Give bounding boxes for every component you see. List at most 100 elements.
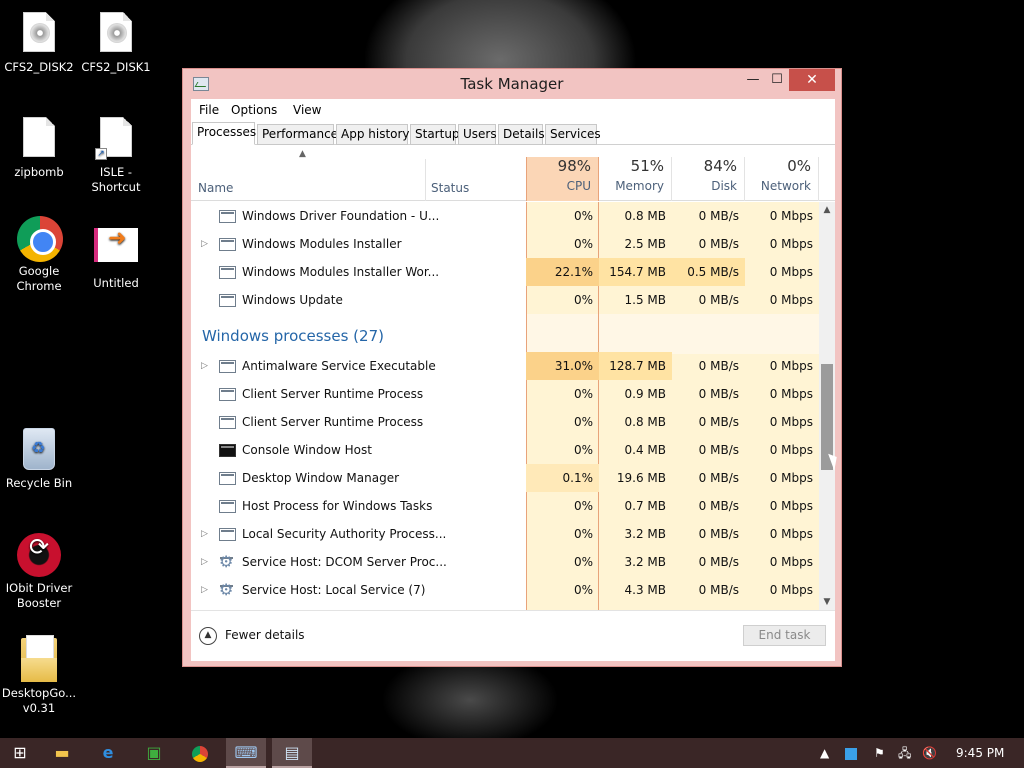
- process-memory: 0.4 MB: [624, 443, 666, 457]
- column-cpu[interactable]: 98% CPU: [526, 157, 599, 201]
- desktop-icon-untitled[interactable]: Untitled: [78, 222, 154, 291]
- expand-chevron-icon[interactable]: ▷: [201, 352, 208, 380]
- expand-chevron-icon[interactable]: ▷: [201, 230, 208, 258]
- process-disk: 0 MB/s: [698, 293, 739, 307]
- process-name: Service Host: Local Service (7): [242, 583, 426, 597]
- process-row[interactable]: ▷ Windows Modules Installer 0% 2.5 MB 0 …: [191, 230, 819, 258]
- process-row[interactable]: ▷ Service Host: DCOM Server Proc... 0% 3…: [191, 548, 819, 576]
- desktop-icon-iobit-driver-booster[interactable]: IObit Driver Booster: [1, 533, 77, 611]
- group-header-row[interactable]: Windows processes (27): [191, 314, 819, 354]
- group-memory-cell: [599, 314, 672, 354]
- process-name: Windows Modules Installer Wor...: [242, 265, 440, 279]
- desktop-icon-google-chrome[interactable]: Google Chrome: [1, 216, 77, 294]
- scroll-up-icon[interactable]: ▲: [819, 202, 835, 218]
- store-icon[interactable]: ▣: [134, 738, 174, 768]
- process-row[interactable]: 31.0% 128.7 MB 0 MB/s 0 Mbps ▷ Antimalwa…: [191, 352, 819, 380]
- group-disk-cell: [672, 314, 745, 354]
- on-screen-keyboard-icon[interactable]: ⌨: [226, 738, 266, 768]
- process-name: Local Security Authority Process...: [242, 527, 447, 541]
- process-memory: 128.7 MB: [599, 352, 672, 380]
- process-window-icon: [219, 500, 236, 513]
- process-cpu: 0%: [573, 443, 593, 457]
- process-row[interactable]: Host Process for Windows Tasks 0% 0.7 MB…: [191, 492, 819, 520]
- menu-file[interactable]: File: [193, 99, 225, 121]
- action-center-flag-icon[interactable]: ⚑: [874, 738, 885, 768]
- memory-total: 51%: [630, 157, 664, 175]
- tab-startup[interactable]: Startup: [410, 124, 460, 145]
- tray-app-icon[interactable]: [845, 738, 857, 768]
- disk-label: Disk: [711, 179, 737, 193]
- process-name: Client Server Runtime Process: [242, 387, 424, 401]
- tab-app-history[interactable]: App history: [336, 124, 410, 145]
- sort-up-icon: ▲: [299, 149, 306, 159]
- clock[interactable]: 9:45 PM: [956, 738, 1004, 768]
- process-memory: 3.2 MB: [624, 527, 666, 541]
- vertical-scrollbar[interactable]: ▲ ▼: [819, 202, 835, 610]
- presentation-icon: [94, 228, 138, 272]
- expand-chevron-icon[interactable]: ▷: [201, 576, 208, 604]
- tab-processes[interactable]: Processes: [192, 122, 256, 145]
- folder-icon: [17, 635, 61, 682]
- process-memory: 0.8 MB: [624, 415, 666, 429]
- chrome-taskbar-icon[interactable]: [180, 738, 220, 768]
- column-memory[interactable]: 51% Memory: [599, 157, 672, 201]
- process-cpu: 0%: [573, 527, 593, 541]
- desktop-icon-desktopgo[interactable]: DesktopGo... v0.31: [1, 635, 77, 716]
- menu-options[interactable]: Options: [225, 99, 283, 121]
- tab-performance[interactable]: Performance: [257, 124, 338, 145]
- cpu-label: CPU: [566, 179, 591, 193]
- expand-chevron-icon[interactable]: ▷: [201, 548, 208, 576]
- process-row[interactable]: ▷ Local Security Authority Process... 0%…: [191, 520, 819, 548]
- desktop-icon-recycle-bin[interactable]: Recycle Bin: [1, 428, 77, 491]
- menu-view[interactable]: View: [287, 99, 327, 121]
- process-cpu: 0%: [573, 499, 593, 513]
- end-task-button[interactable]: End task: [743, 625, 826, 646]
- fewer-details-link[interactable]: Fewer details: [225, 628, 305, 642]
- process-row[interactable]: ▷ Service Host: Local Service (7) 0% 4.3…: [191, 576, 819, 604]
- taskbar: ⊞ ▬ e ▣ ⌨ ▤ ▲ ⚑ 🖧 🔇 9:45 PM: [0, 738, 1024, 768]
- process-network: 0 Mbps: [769, 265, 813, 279]
- column-status[interactable]: Status: [431, 181, 469, 195]
- process-row[interactable]: Client Server Runtime Process 0% 0.8 MB …: [191, 408, 819, 436]
- desktop-icon-cfs2-disk2[interactable]: CFS2_DISK2: [1, 12, 77, 75]
- desktop-icon-zipbomb[interactable]: zipbomb: [1, 117, 77, 180]
- title-bar[interactable]: Task Manager — ☐ ✕: [183, 69, 841, 99]
- process-network: 0 Mbps: [769, 471, 813, 485]
- process-name: Desktop Window Manager: [242, 471, 400, 485]
- desktop-icon-isle-shortcut[interactable]: ↗ ISLE - Shortcut: [78, 117, 154, 195]
- process-cpu: 0%: [573, 415, 593, 429]
- tab-strip: Processes Performance App history Startu…: [191, 121, 835, 145]
- volume-muted-icon[interactable]: 🔇: [922, 738, 937, 768]
- start-button[interactable]: ⊞: [0, 738, 40, 768]
- process-row[interactable]: Client Server Runtime Process 0% 0.9 MB …: [191, 380, 819, 408]
- column-name[interactable]: Name: [198, 181, 233, 195]
- desktop-icon-label: CFS2_DISK1: [81, 60, 151, 74]
- console-icon: [219, 444, 236, 457]
- network-icon[interactable]: 🖧: [898, 738, 911, 768]
- chevron-up-icon[interactable]: ▲: [199, 627, 217, 645]
- process-name: Client Server Runtime Process: [242, 415, 424, 429]
- scroll-down-icon[interactable]: ▼: [819, 594, 835, 610]
- task-manager-taskbar-icon[interactable]: ▤: [272, 738, 312, 768]
- column-network[interactable]: 0% Network: [745, 157, 819, 201]
- tab-services[interactable]: Services: [545, 124, 601, 145]
- internet-explorer-icon[interactable]: e: [88, 738, 128, 768]
- process-row[interactable]: Console Window Host 0% 0.4 MB 0 MB/s 0 M…: [191, 436, 819, 464]
- process-row[interactable]: 22.1% 154.7 MB 0.5 MB/s 0 Mbps Windows M…: [191, 258, 819, 286]
- file-explorer-icon[interactable]: ▬: [42, 738, 82, 768]
- process-row[interactable]: Windows Driver Foundation - U... 0% 0.8 …: [191, 202, 819, 230]
- process-window-icon: [219, 360, 236, 373]
- process-row[interactable]: 0.1% 19.6 MB 0 MB/s 0 Mbps Desktop Windo…: [191, 464, 819, 492]
- process-row[interactable]: Windows Update 0% 1.5 MB 0 MB/s 0 Mbps: [191, 286, 819, 314]
- desktop-icon-label: Untitled: [93, 276, 139, 290]
- maximize-button[interactable]: ☐: [763, 69, 791, 91]
- tab-users[interactable]: Users: [458, 124, 497, 145]
- desktop-icon-cfs2-disk1[interactable]: CFS2_DISK1: [78, 12, 154, 75]
- show-hidden-icons-icon[interactable]: ▲: [820, 738, 829, 768]
- process-network: 0 Mbps: [769, 237, 813, 251]
- close-button[interactable]: ✕: [789, 69, 835, 91]
- tab-details[interactable]: Details: [498, 124, 545, 145]
- disc-image-icon: [17, 12, 61, 56]
- column-disk[interactable]: 84% Disk: [672, 157, 745, 201]
- expand-chevron-icon[interactable]: ▷: [201, 520, 208, 548]
